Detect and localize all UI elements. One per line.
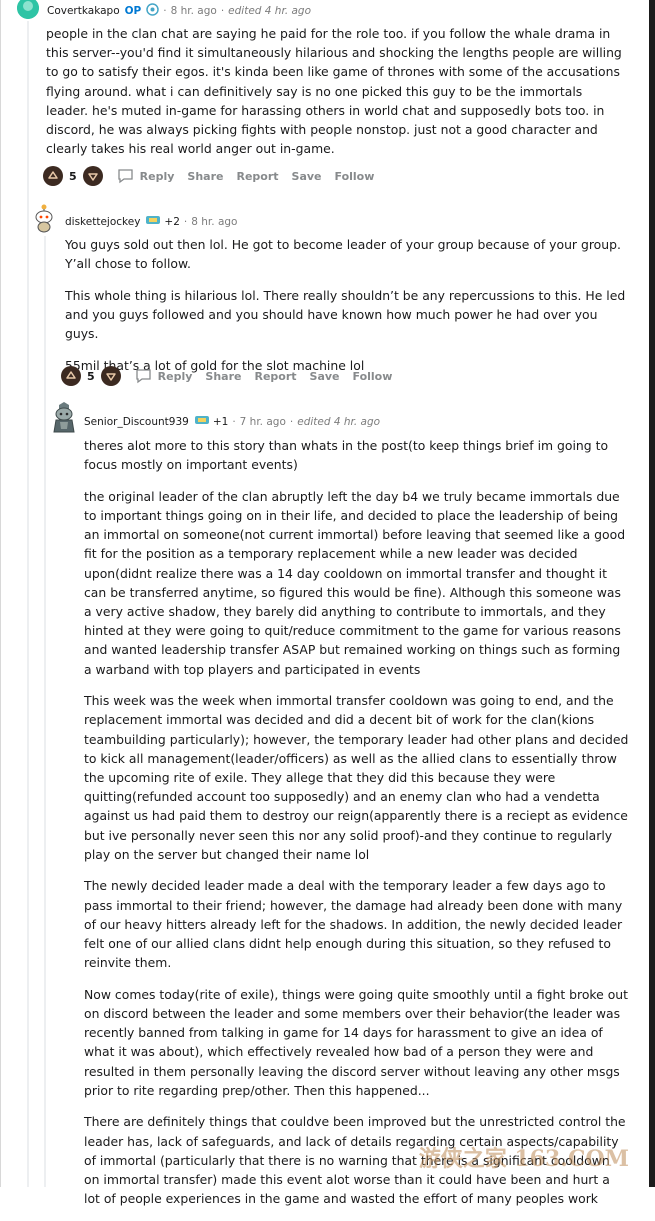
- comment-paragraph: the original leader of the clan abruptly…: [84, 488, 626, 677]
- comment-actions: 5 Reply Share Report Save Follow: [43, 166, 374, 186]
- user-flair-icon: [194, 414, 210, 429]
- comment-body: You guys sold out then lol. He got to be…: [65, 235, 630, 387]
- speech-bubble-icon: [136, 369, 151, 384]
- follow-button[interactable]: Follow: [335, 170, 375, 183]
- comment-paragraph: This week was the week when immortal tra…: [84, 693, 629, 862]
- follow-button[interactable]: Follow: [353, 370, 393, 383]
- save-button[interactable]: Save: [292, 170, 322, 183]
- downvote-button[interactable]: [82, 166, 103, 186]
- comment-paragraph: You guys sold out then lol. He got to be…: [65, 237, 621, 272]
- comment-actions: 5 Reply Share Report Save Follow: [61, 366, 392, 386]
- upvote-button[interactable]: [61, 366, 81, 386]
- reply-button[interactable]: Reply: [117, 168, 174, 184]
- avatar[interactable]: [17, 0, 39, 19]
- thread-line-level2[interactable]: [44, 236, 46, 1187]
- snoo-avatar-icon: [35, 204, 53, 233]
- avatar[interactable]: [31, 203, 57, 233]
- arrow-down-icon: [105, 373, 116, 381]
- comment-paragraph: This whole thing is hilarious lol. There…: [65, 287, 626, 342]
- flair-count: +2: [164, 215, 180, 228]
- report-button[interactable]: Report: [236, 170, 278, 183]
- vote-count: 5: [69, 169, 77, 183]
- share-button[interactable]: Share: [187, 170, 223, 183]
- user-flair-icon: [145, 214, 161, 229]
- comment-paragraph: The newly decided leader made a deal wit…: [84, 878, 623, 971]
- save-button[interactable]: Save: [310, 370, 340, 383]
- op-badge: OP: [124, 5, 142, 17]
- upvote-button[interactable]: [43, 166, 63, 186]
- comment-author[interactable]: Senior_Discount939: [84, 416, 189, 428]
- thread-line-level1[interactable]: [27, 21, 29, 1187]
- comment-time[interactable]: 8 hr. ago: [191, 216, 237, 228]
- arrow-down-icon: [87, 173, 98, 181]
- comment-author[interactable]: Covertkakapo: [47, 5, 120, 17]
- arrow-up-icon: [48, 171, 58, 179]
- avatar-icon: [17, 0, 39, 19]
- downvote-button[interactable]: [100, 366, 121, 386]
- share-button[interactable]: Share: [205, 370, 241, 383]
- comment-time[interactable]: 7 hr. ago: [240, 416, 286, 428]
- comment-paragraph: people in the clan chat are saying he pa…: [46, 26, 622, 157]
- arrow-up-icon: [66, 371, 76, 379]
- left-border: [0, 0, 1, 1187]
- vote-count: 5: [87, 369, 95, 383]
- comment-body: people in the clan chat are saying he pa…: [46, 24, 626, 171]
- comment-paragraph: Now comes today(rite of exile), things w…: [84, 986, 629, 1098]
- comment-author[interactable]: diskettejockey: [65, 216, 140, 228]
- comment-time[interactable]: 8 hr. ago: [171, 5, 217, 17]
- avatar[interactable]: [51, 402, 77, 434]
- edited-label: edited 4 hr. ago: [297, 415, 381, 428]
- edited-label: edited 4 hr. ago: [228, 5, 312, 17]
- watermark-logo: 游侠之家 163.COM: [418, 1146, 629, 1172]
- armored-snoo-avatar-icon: [53, 402, 75, 433]
- flair-count: +1: [212, 415, 229, 428]
- reply-button[interactable]: Reply: [135, 368, 192, 384]
- user-flair-icon: [146, 3, 159, 19]
- scrollbar-track[interactable]: [649, 0, 655, 1187]
- comment-paragraph: theres alot more to this story than what…: [84, 438, 609, 473]
- comment-body: theres alot more to this story than what…: [84, 436, 629, 1221]
- speech-bubble-icon: [118, 169, 133, 184]
- report-button[interactable]: Report: [254, 370, 296, 383]
